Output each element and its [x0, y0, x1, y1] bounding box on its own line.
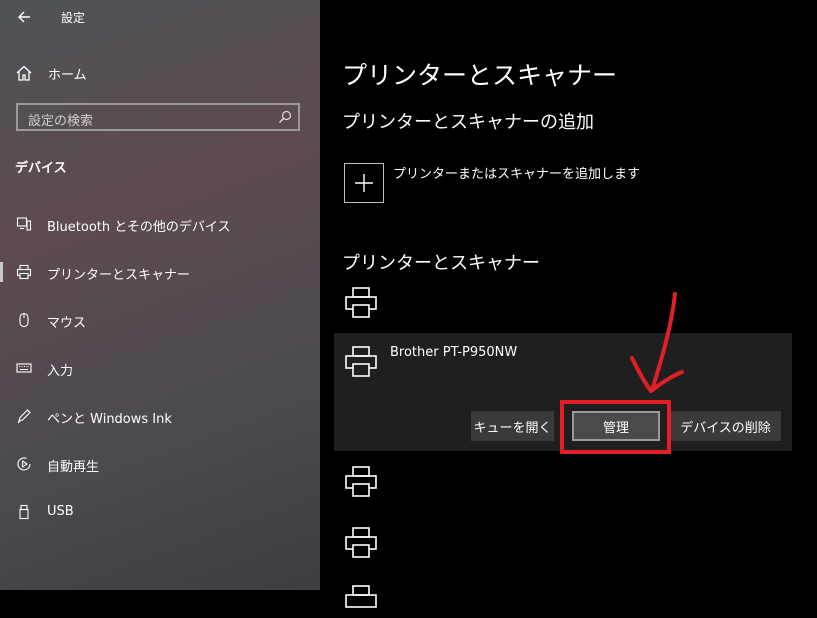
add-section-title: プリンターとスキャナーの追加: [342, 112, 594, 133]
window-title: 設定: [61, 11, 86, 25]
usb-icon: [19, 504, 29, 520]
bluetooth-device-icon: [16, 217, 32, 231]
sidebar-item-label: Bluetooth とその他のデバイス: [47, 220, 231, 235]
sidebar-item-autoplay[interactable]: 自動再生: [0, 450, 320, 478]
sidebar: 設定 ホーム 設定の検索 デバイス Bluetooth とその他のデバイス プリ…: [0, 0, 320, 590]
printer-icon: [345, 346, 377, 377]
selection-indicator: [0, 262, 3, 282]
sidebar-item-usb[interactable]: USB: [0, 498, 320, 526]
autoplay-icon: [17, 457, 31, 471]
sidebar-item-label: 入力: [47, 364, 74, 379]
printer-list-title: プリンターとスキャナー: [342, 253, 540, 274]
settings-search-input[interactable]: 設定の検索: [16, 103, 300, 131]
add-printer-button[interactable]: [344, 163, 384, 203]
mouse-icon: [19, 312, 29, 328]
annotation-highlight-box: [560, 400, 671, 454]
sidebar-item-mouse[interactable]: マウス: [0, 306, 320, 334]
sidebar-item-pen[interactable]: ペンと Windows Ink: [0, 402, 320, 430]
printer-icon: [16, 264, 32, 280]
search-icon: [279, 110, 292, 123]
sidebar-item-printers[interactable]: プリンターとスキャナー: [0, 258, 320, 286]
printer-icon[interactable]: [344, 465, 378, 499]
printer-name: Brother PT-P950NW: [390, 345, 518, 360]
add-printer-label[interactable]: プリンターまたはスキャナーを追加します: [393, 163, 640, 182]
annotation-arrow: [630, 292, 684, 393]
printer-icon[interactable]: [344, 584, 378, 618]
main-content: プリンターとスキャナー プリンターとスキャナーの追加 プリンターまたはスキャナー…: [320, 0, 817, 608]
page-title: プリンターとスキャナー: [342, 61, 618, 90]
printer-icon[interactable]: [344, 526, 378, 560]
sidebar-item-label: ペンと Windows Ink: [47, 412, 172, 427]
sidebar-item-label: マウス: [47, 316, 87, 331]
section-title: デバイス: [15, 161, 67, 176]
sidebar-item-input[interactable]: 入力: [0, 354, 320, 382]
sidebar-item-label: 自動再生: [47, 460, 100, 475]
home-link[interactable]: ホーム: [15, 63, 87, 83]
home-icon: [16, 65, 32, 81]
sidebar-item-bluetooth[interactable]: Bluetooth とその他のデバイス: [0, 210, 320, 238]
back-arrow-icon: [18, 11, 30, 23]
sidebar-item-label: USB: [47, 504, 74, 519]
keyboard-icon: [16, 363, 32, 373]
search-placeholder: 設定の検索: [28, 114, 94, 129]
back-button[interactable]: [14, 6, 36, 28]
pen-icon: [17, 409, 31, 424]
plus-icon: [355, 174, 373, 192]
printer-icon[interactable]: [344, 286, 378, 320]
remove-device-button[interactable]: デバイスの削除: [670, 411, 781, 441]
sidebar-item-label: プリンターとスキャナー: [47, 268, 191, 283]
open-queue-button[interactable]: キューを開く: [471, 411, 554, 441]
home-label: ホーム: [48, 67, 87, 83]
